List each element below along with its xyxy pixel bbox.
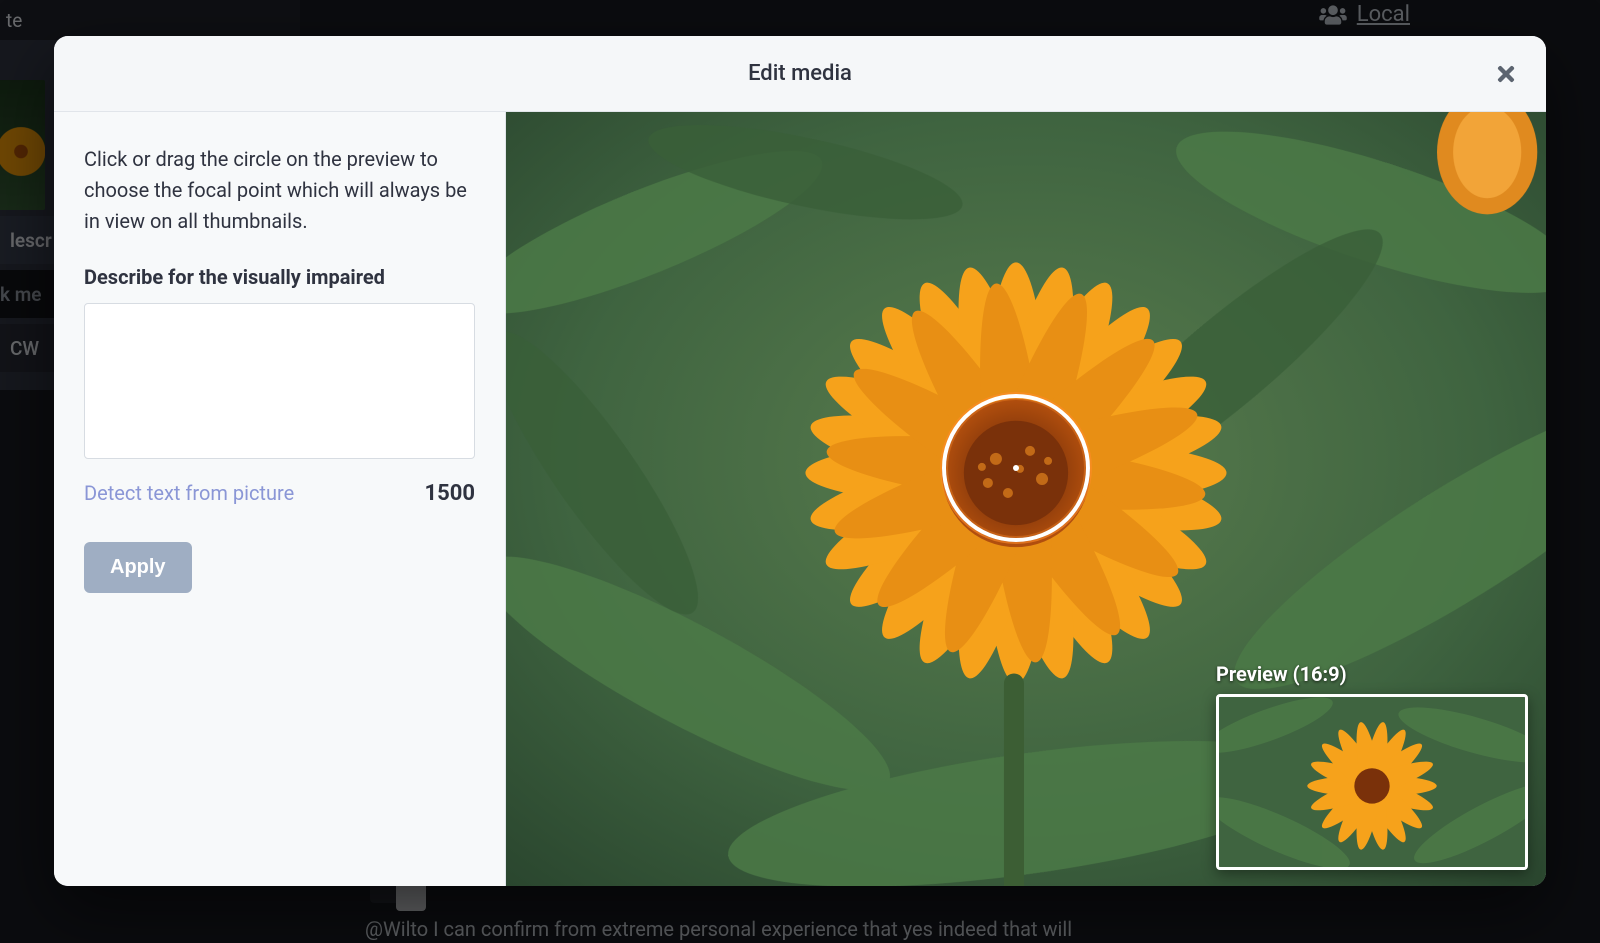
close-icon	[1494, 62, 1518, 86]
char-counter: 1500	[425, 481, 476, 506]
thumbnail-preview-label: Preview (16:9)	[1216, 662, 1528, 686]
focal-point-instructions: Click or drag the circle on the preview …	[84, 144, 475, 237]
thumbnail-preview-image	[1216, 694, 1528, 870]
textarea-footer: Detect text from picture 1500	[84, 481, 475, 506]
apply-button[interactable]: Apply	[84, 542, 192, 593]
modal-header: Edit media	[54, 36, 1546, 112]
description-field-label: Describe for the visually impaired	[84, 265, 475, 289]
close-button[interactable]	[1488, 56, 1524, 92]
thumbnail-preview: Preview (16:9)	[1216, 662, 1528, 870]
modal-title: Edit media	[748, 61, 852, 86]
modal-overlay: Edit media Click or drag the circle on t…	[0, 0, 1600, 943]
edit-media-left-panel: Click or drag the circle on the preview …	[54, 112, 506, 886]
modal-body: Click or drag the circle on the preview …	[54, 112, 1546, 886]
edit-media-modal: Edit media Click or drag the circle on t…	[54, 36, 1546, 886]
detect-text-link[interactable]: Detect text from picture	[84, 481, 294, 505]
focal-point-canvas[interactable]: Preview (16:9)	[506, 112, 1546, 886]
description-input[interactable]	[84, 303, 475, 459]
